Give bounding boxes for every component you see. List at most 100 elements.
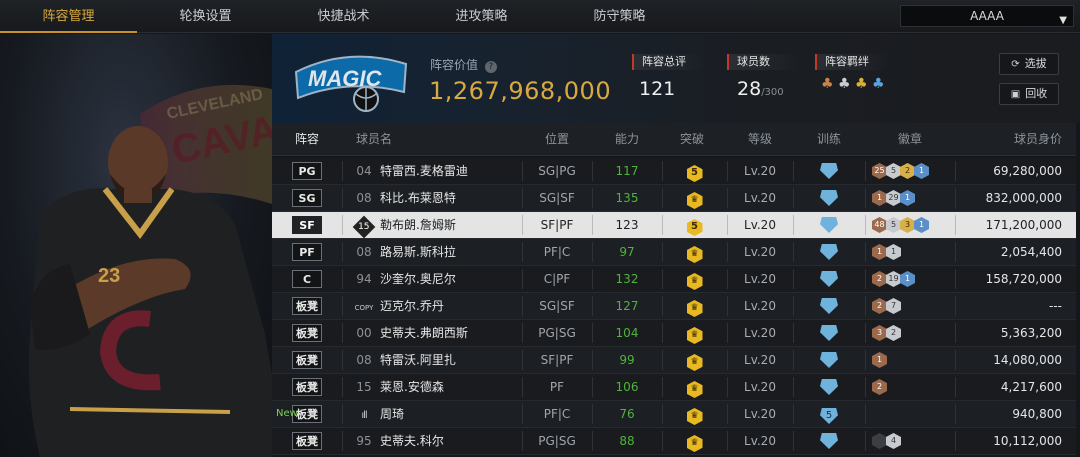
- training-cell[interactable]: [793, 239, 865, 265]
- lineup-cell[interactable]: C: [272, 266, 342, 292]
- player-name[interactable]: 莱恩.安德森: [380, 374, 522, 400]
- lineup-cell[interactable]: 板凳: [272, 320, 342, 346]
- synergy-icon[interactable]: ♣: [872, 76, 885, 92]
- col-breakthrough[interactable]: 突破: [662, 123, 722, 156]
- breakthrough-cell[interactable]: ♛: [662, 293, 727, 319]
- badge-icon[interactable]: 2: [872, 379, 887, 395]
- tab-offense-strategy[interactable]: 进攻策略: [413, 0, 550, 32]
- synergy-icon[interactable]: ♣: [855, 76, 868, 92]
- badge-icon[interactable]: 5: [886, 217, 901, 233]
- breakthrough-cell[interactable]: ♛: [662, 239, 727, 265]
- player-name[interactable]: 迈克尔.乔丹: [380, 293, 522, 319]
- player-name[interactable]: 勒布朗.詹姆斯: [380, 212, 522, 238]
- breakthrough-cell[interactable]: ♛: [662, 347, 727, 373]
- tab-quick-tactics[interactable]: 快捷战术: [275, 0, 412, 32]
- col-lineup[interactable]: 阵容: [272, 123, 342, 156]
- training-cell[interactable]: [793, 158, 865, 184]
- breakthrough-cell[interactable]: ♛: [662, 185, 727, 211]
- table-row[interactable]: 板凳 15 莱恩.安德森 PF 106 ♛ Lv.20 2 4,217,600: [272, 374, 1076, 401]
- badges-cell[interactable]: [867, 401, 957, 427]
- synergy-icon[interactable]: ♣: [838, 76, 851, 92]
- lineup-cell[interactable]: PG: [272, 158, 342, 184]
- lineup-cell[interactable]: 板凳: [272, 347, 342, 373]
- col-player-value[interactable]: 球员身价: [955, 123, 1076, 156]
- badges-cell[interactable]: 2 19 1: [867, 266, 957, 292]
- badge-icon[interactable]: 19: [886, 271, 901, 287]
- training-cell[interactable]: [793, 185, 865, 211]
- training-cell[interactable]: [793, 212, 865, 238]
- badge-icon[interactable]: 3: [900, 217, 915, 233]
- training-cell[interactable]: [793, 320, 865, 346]
- table-row[interactable]: New 板凳 ıll 周琦 PF|C 76 ♛ Lv.20 5 940,800: [272, 401, 1076, 428]
- help-icon[interactable]: ?: [484, 61, 497, 73]
- badge-icon[interactable]: 5: [886, 163, 901, 179]
- badge-icon[interactable]: 2: [872, 298, 887, 314]
- badge-icon[interactable]: [872, 433, 887, 449]
- badge-icon[interactable]: 1: [914, 163, 929, 179]
- breakthrough-cell[interactable]: ♛: [662, 401, 727, 427]
- col-training[interactable]: 训练: [793, 123, 865, 156]
- player-name[interactable]: 科比.布莱恩特: [380, 185, 522, 211]
- badge-icon[interactable]: 7: [886, 298, 901, 314]
- col-level[interactable]: 等级: [727, 123, 793, 156]
- lineup-cell[interactable]: SG: [272, 185, 342, 211]
- table-row[interactable]: 板凳 95 史蒂夫.科尔 PG|SG 88 ♛ Lv.20 4 10,112,000: [272, 428, 1076, 455]
- badges-cell[interactable]: 2: [867, 374, 957, 400]
- table-row[interactable]: 板凳 00 史蒂夫.弗朗西斯 PG|SG 104 ♛ Lv.20 3 2 5,363,200: [272, 320, 1076, 347]
- badge-icon[interactable]: 2: [872, 271, 887, 287]
- badges-cell[interactable]: 1: [867, 347, 957, 373]
- badges-cell[interactable]: 48 5 3 1: [867, 212, 957, 238]
- badge-icon[interactable]: 1: [872, 352, 887, 368]
- col-player-name[interactable]: 球员名: [342, 123, 432, 156]
- table-row[interactable]: PF 08 路易斯.斯科拉 PF|C 97 ♛ Lv.20 1 1 2,054,400: [272, 239, 1076, 266]
- badges-cell[interactable]: 32: [867, 320, 957, 346]
- lineup-cell[interactable]: New 板凳: [272, 401, 342, 427]
- badge-icon[interactable]: 4: [886, 433, 901, 449]
- training-cell[interactable]: [793, 428, 865, 454]
- badge-icon[interactable]: 1: [872, 190, 887, 206]
- badges-cell[interactable]: 4: [867, 428, 957, 454]
- badge-icon[interactable]: 48: [872, 217, 887, 233]
- tab-defense-strategy[interactable]: 防守策略: [551, 0, 688, 32]
- lineup-cell[interactable]: SF: [272, 212, 342, 238]
- badge-icon[interactable]: 2: [886, 325, 901, 341]
- player-name[interactable]: 史蒂夫.弗朗西斯: [380, 320, 522, 346]
- badge-icon[interactable]: 25: [872, 163, 887, 179]
- player-name[interactable]: 周琦: [380, 401, 522, 427]
- training-cell[interactable]: 5: [793, 401, 865, 427]
- breakthrough-cell[interactable]: ♛: [662, 374, 727, 400]
- badge-icon[interactable]: 3: [872, 325, 887, 341]
- breakthrough-cell[interactable]: 5: [662, 212, 727, 238]
- breakthrough-cell[interactable]: ♛: [662, 266, 727, 292]
- badge-icon[interactable]: 1: [900, 190, 915, 206]
- recycle-button[interactable]: ▣ 回收: [999, 83, 1059, 105]
- table-row[interactable]: SF 15 勒布朗.詹姆斯 SF|PF 123 5 Lv.20 48 5 3 1 171,200,00…: [272, 212, 1076, 239]
- breakthrough-cell[interactable]: ♛: [662, 428, 727, 454]
- lineup-cell[interactable]: 板凳: [272, 293, 342, 319]
- table-row[interactable]: 板凳 08 特雷沃.阿里扎 SF|PF 99 ♛ Lv.20 1 14,080,000: [272, 347, 1076, 374]
- training-cell[interactable]: [793, 374, 865, 400]
- table-row[interactable]: SG 08 科比.布莱恩特 SG|SF 135 ♛ Lv.20 1 29 1 832,000,000: [272, 185, 1076, 212]
- select-button[interactable]: ⟳ 选拔: [999, 53, 1059, 75]
- badge-icon[interactable]: 1: [872, 244, 887, 260]
- training-cell[interactable]: [793, 347, 865, 373]
- lineup-cell[interactable]: PF: [272, 239, 342, 265]
- badges-cell[interactable]: 1 29 1: [867, 185, 957, 211]
- training-cell[interactable]: [793, 266, 865, 292]
- badge-icon[interactable]: 29: [886, 190, 901, 206]
- badge-icon[interactable]: 1: [914, 217, 929, 233]
- badges-cell[interactable]: 25 5 2 1: [867, 158, 957, 184]
- account-dropdown[interactable]: AAAA ▼: [900, 5, 1074, 27]
- table-row[interactable]: 板凳 COPY 迈克尔.乔丹 SG|SF 127 ♛ Lv.20 2 7 ---: [272, 293, 1076, 320]
- breakthrough-cell[interactable]: ♛: [662, 320, 727, 346]
- badge-icon[interactable]: 2: [900, 163, 915, 179]
- lineup-cell[interactable]: 板凳: [272, 428, 342, 454]
- badge-icon[interactable]: 1: [886, 244, 901, 260]
- player-name[interactable]: 沙奎尔.奥尼尔: [380, 266, 522, 292]
- player-name[interactable]: 路易斯.斯科拉: [380, 239, 522, 265]
- table-row[interactable]: PG 04 特雷西.麦格雷迪 SG|PG 117 5 Lv.20 25 5 2 1 69,280,00…: [272, 158, 1076, 185]
- col-position[interactable]: 位置: [522, 123, 592, 156]
- lineup-cell[interactable]: 板凳: [272, 374, 342, 400]
- badges-cell[interactable]: 27: [867, 293, 957, 319]
- badge-icon[interactable]: 1: [900, 271, 915, 287]
